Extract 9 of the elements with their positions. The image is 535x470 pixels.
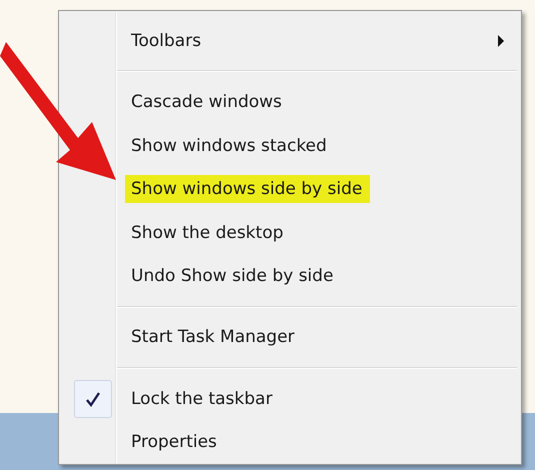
menu-item[interactable]: Show windows stacked (125, 132, 335, 160)
menu-item[interactable]: Toolbars (125, 26, 210, 55)
menu-item[interactable]: Show windows side by side (125, 175, 370, 204)
menu-item[interactable]: Start Task Manager (125, 323, 303, 352)
menu-item[interactable]: Show the desktop (125, 218, 292, 247)
menu-item[interactable]: Undo Show side by side (125, 262, 342, 290)
menu-item[interactable]: Cascade windows (125, 88, 290, 116)
menu-item[interactable]: Properties (125, 428, 225, 456)
menu-item[interactable]: Lock the taskbar (125, 384, 280, 413)
